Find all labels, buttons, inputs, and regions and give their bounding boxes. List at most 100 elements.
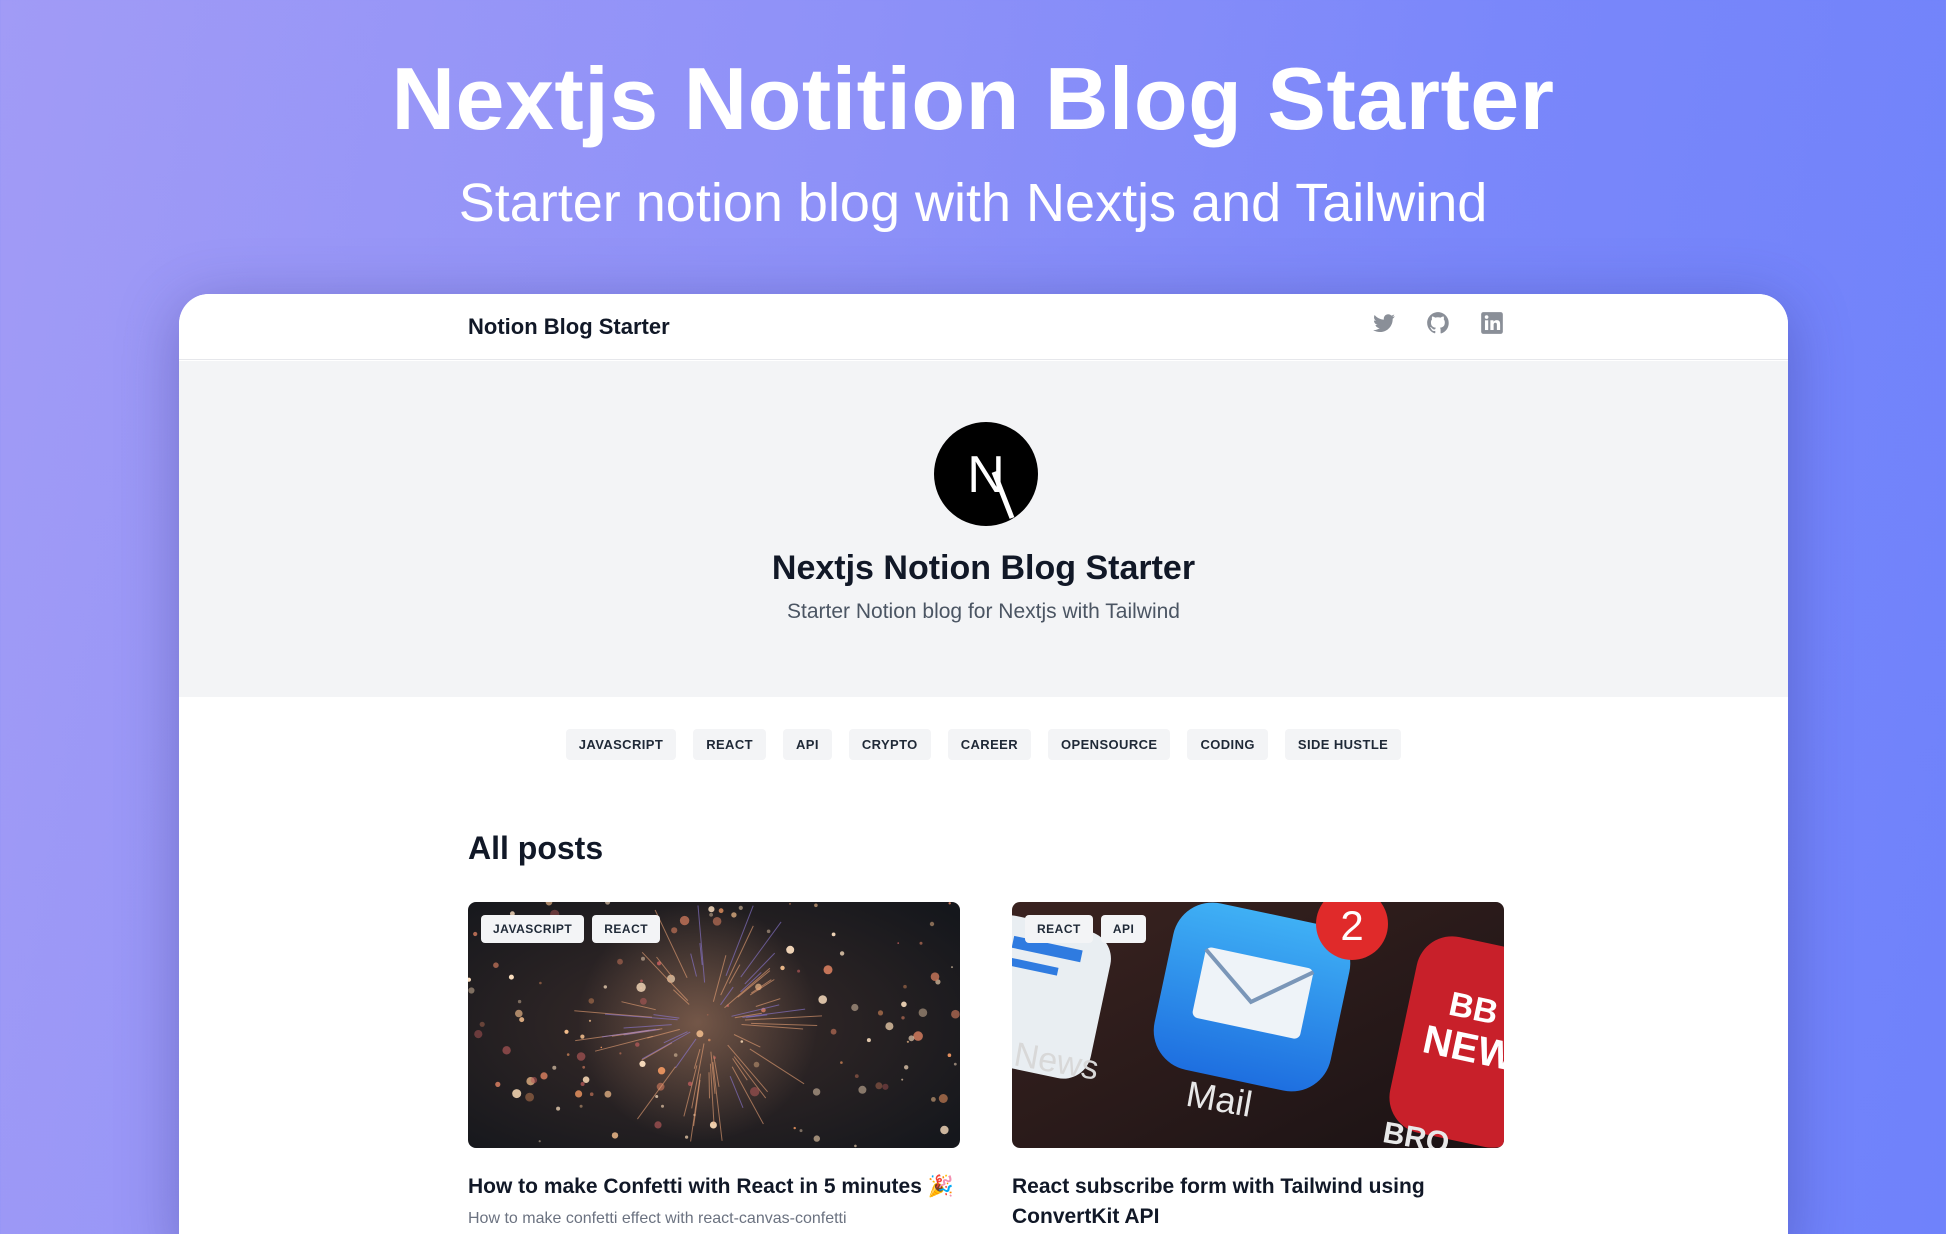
firework-spark bbox=[901, 1016, 905, 1020]
post-tag[interactable]: REACT bbox=[1025, 915, 1093, 943]
firework-spark bbox=[885, 1022, 894, 1031]
post-tags: JAVASCRIPT REACT bbox=[481, 915, 661, 943]
firework-spark bbox=[813, 1135, 820, 1142]
firework-spark bbox=[903, 984, 907, 989]
firework-spark bbox=[611, 1132, 619, 1139]
firework-spark bbox=[766, 929, 771, 934]
firework-spark bbox=[657, 1067, 666, 1075]
firework-spark bbox=[468, 987, 475, 994]
firework-spark bbox=[708, 1038, 711, 1042]
post-card[interactable]: JAVASCRIPT REACT How to make Confetti wi… bbox=[468, 902, 960, 1230]
firework-spark bbox=[564, 1029, 569, 1034]
firework-spark bbox=[502, 1046, 511, 1055]
github-icon[interactable] bbox=[1425, 310, 1451, 336]
avatar-letter: N bbox=[967, 446, 1005, 504]
firework-spark bbox=[712, 917, 722, 926]
firework-streak bbox=[708, 1072, 710, 1099]
post-card[interactable]: 2 BB NEW News Mail BRO REACT API React s… bbox=[1012, 902, 1504, 1232]
firework-spark bbox=[740, 1040, 744, 1043]
tag-react[interactable]: REACT bbox=[693, 729, 766, 760]
firework-spark bbox=[831, 932, 836, 937]
firework-spark bbox=[904, 1065, 909, 1070]
firework-spark bbox=[940, 1125, 949, 1135]
tag-opensource[interactable]: OPENSOURCE bbox=[1048, 729, 1171, 760]
firework-spark bbox=[576, 1052, 586, 1061]
firework-spark bbox=[818, 995, 827, 1004]
firework-spark bbox=[840, 1061, 843, 1064]
firework-spark bbox=[525, 1092, 534, 1102]
post-tag[interactable]: JAVASCRIPT bbox=[481, 915, 585, 943]
firework-spark bbox=[906, 1040, 909, 1043]
firework-spark bbox=[753, 1061, 760, 1068]
firework-spark bbox=[640, 997, 647, 1005]
firework-spark bbox=[799, 1129, 803, 1133]
firework-spark bbox=[495, 1081, 501, 1087]
firework-spark bbox=[780, 965, 785, 971]
firework-spark bbox=[812, 1088, 821, 1096]
tag-side-hustle[interactable]: SIDE HUSTLE bbox=[1284, 729, 1402, 760]
firework-spark bbox=[951, 1009, 960, 1019]
tag-career[interactable]: CAREER bbox=[947, 729, 1031, 760]
post-thumbnail[interactable]: 2 BB NEW News Mail BRO REACT API bbox=[1012, 902, 1504, 1148]
firework-spark bbox=[830, 1028, 837, 1035]
tag-javascript[interactable]: JAVASCRIPT bbox=[565, 729, 677, 760]
site-brand-link[interactable]: Notion Blog Starter bbox=[468, 314, 670, 340]
post-title[interactable]: How to make Confetti with React in 5 min… bbox=[468, 1172, 960, 1202]
mail-badge-count: 2 bbox=[1340, 902, 1363, 949]
firework-spark bbox=[473, 931, 478, 937]
firework-spark bbox=[901, 1001, 907, 1008]
firework-spark bbox=[641, 956, 645, 961]
firework-spark bbox=[580, 1082, 585, 1086]
post-thumbnail[interactable]: JAVASCRIPT REACT bbox=[468, 902, 960, 1148]
firework-spark bbox=[814, 903, 818, 908]
tag-api[interactable]: API bbox=[782, 729, 832, 760]
firework-spark bbox=[538, 1140, 541, 1143]
firework-spark bbox=[661, 1104, 664, 1108]
linkedin-icon[interactable] bbox=[1479, 310, 1505, 336]
firework-spark bbox=[854, 1074, 859, 1078]
firework-spark bbox=[930, 972, 940, 981]
post-tag[interactable]: API bbox=[1100, 915, 1147, 943]
site-description: Starter Notion blog for Nextjs with Tail… bbox=[787, 600, 1180, 623]
firework-spark bbox=[948, 902, 951, 905]
firework-spark bbox=[877, 1010, 884, 1016]
firework-spark bbox=[639, 1060, 646, 1067]
firework-spark bbox=[579, 1104, 583, 1108]
firework-spark bbox=[951, 966, 953, 969]
firework-spark bbox=[600, 1046, 603, 1049]
social-links bbox=[1371, 310, 1505, 336]
firework-spark bbox=[875, 1082, 883, 1090]
firework-spark bbox=[530, 1076, 538, 1084]
firework-spark bbox=[539, 981, 542, 985]
tag-crypto[interactable]: CRYPTO bbox=[848, 729, 931, 760]
firework-spark bbox=[582, 1076, 590, 1083]
firework-spark bbox=[517, 999, 522, 1004]
firework-spark bbox=[709, 1121, 717, 1129]
hero-subtitle: Starter notion blog with Nextjs and Tail… bbox=[458, 173, 1488, 233]
firework-spark bbox=[493, 962, 499, 968]
firework-spark bbox=[556, 1106, 561, 1111]
firework-spark bbox=[866, 1038, 871, 1043]
twitter-icon[interactable] bbox=[1371, 310, 1397, 336]
firework-spark bbox=[508, 974, 514, 980]
site-title: Nextjs Notion Blog Starter bbox=[771, 549, 1196, 587]
firework-spark bbox=[731, 912, 737, 918]
firework-spark bbox=[851, 1003, 859, 1012]
post-title[interactable]: React subscribe form with Tailwind using… bbox=[1012, 1172, 1504, 1232]
all-posts-heading: All posts bbox=[468, 830, 604, 866]
hero-title: Nextjs Notition Blog Starter bbox=[391, 49, 1555, 148]
firework-spark bbox=[718, 908, 724, 914]
firework-spark bbox=[918, 1008, 928, 1017]
tag-coding[interactable]: CODING bbox=[1187, 729, 1268, 760]
firework-spark bbox=[512, 1089, 522, 1099]
firework-spark bbox=[552, 1065, 557, 1070]
firework-spark bbox=[604, 1090, 612, 1098]
firework-spark bbox=[619, 1052, 622, 1055]
firework-spark bbox=[931, 1097, 936, 1102]
firework-spark bbox=[580, 1034, 585, 1039]
firework-spark bbox=[673, 1053, 678, 1057]
firework-spark bbox=[908, 1035, 915, 1042]
firework-spark bbox=[738, 905, 743, 910]
post-tag[interactable]: REACT bbox=[592, 915, 661, 943]
tag-filter-bar: JAVASCRIPT REACT API CRYPTO CAREER OPENS… bbox=[179, 729, 1788, 760]
